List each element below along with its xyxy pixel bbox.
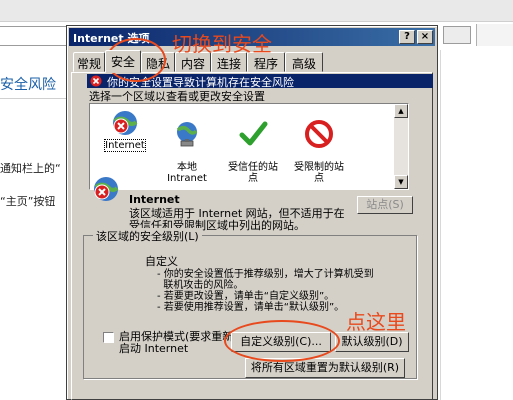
scroll-up-icon[interactable]: ▲	[394, 104, 408, 118]
zone-label: 受信任的站 点	[228, 162, 278, 184]
internet-zone-icon	[94, 177, 119, 201]
zone-scrollbar[interactable]: ▲ ▼	[394, 104, 408, 189]
sites-button[interactable]: 站点(S)	[357, 196, 413, 214]
protected-mode-checkbox[interactable]	[103, 332, 114, 343]
page-text-line: 通知栏上的“	[0, 162, 61, 175]
zone-label: 本地 Intranet	[167, 162, 207, 184]
annotation-switch-to-security: 切换到安全	[172, 32, 272, 56]
close-button[interactable]: ×	[417, 30, 433, 44]
screen: 安全风险 通知栏上的“ “主页”按钮 Internet 选项 ? × 常规 安全…	[0, 0, 513, 400]
zone-info-title: Internet	[129, 193, 180, 206]
address-bar[interactable]	[0, 26, 70, 46]
tab-advanced[interactable]: 高级	[285, 52, 323, 72]
zone-label: Internet	[104, 139, 146, 152]
browser-top-bar	[0, 0, 513, 22]
page-divider	[440, 50, 441, 400]
page-text-line: “主页”按钮	[0, 195, 56, 208]
tab-security[interactable]: 安全	[105, 50, 141, 73]
browser-side-field	[476, 24, 513, 46]
level-bullet: - 若要更改设置，请单击“自定义级别”。	[157, 291, 335, 302]
level-bullet: - 你的安全设置低于推荐级别，增大了计算机受到	[157, 269, 374, 280]
restricted-no-icon	[305, 120, 333, 148]
trusted-check-icon	[239, 121, 268, 146]
zone-hint: 选择一个区域以查看或更改安全设置	[89, 90, 265, 103]
level-bullet: 联机攻击的风险。	[157, 280, 244, 291]
default-level-button[interactable]: 默认级别(D)	[335, 332, 409, 352]
internet-warning-icon	[113, 111, 138, 135]
zone-label: 受限制的站 点	[294, 162, 344, 184]
protected-mode-label: 启用保护模式(要求重新启动 Internet	[119, 330, 234, 355]
zone-trusted-sites[interactable]: 受信任的站 点	[222, 108, 284, 184]
zone-list: Internet 本地 Intranet 受信任的站 点 受限制的站 点 ▲ ▼	[89, 103, 409, 190]
zone-internet[interactable]: Internet	[94, 108, 156, 152]
zone-restricted-sites[interactable]: 受限制的站 点	[288, 108, 350, 184]
intranet-globe-icon	[176, 122, 198, 147]
warning-shield-icon	[90, 75, 102, 87]
browser-toolbar-button[interactable]	[443, 26, 471, 44]
heading-divider	[0, 98, 70, 99]
help-button[interactable]: ?	[399, 30, 415, 44]
level-title: 自定义	[145, 255, 178, 268]
scroll-down-icon[interactable]: ▼	[394, 175, 408, 189]
highlight-circle-custom-level	[224, 320, 340, 362]
page-heading: 安全风险	[0, 77, 56, 93]
annotation-click-here: 点这里	[346, 310, 406, 334]
security-level-legend: 该区域的安全级别(L)	[93, 228, 202, 244]
zone-local-intranet[interactable]: 本地 Intranet	[156, 108, 218, 184]
tab-general[interactable]: 常规	[73, 52, 105, 72]
